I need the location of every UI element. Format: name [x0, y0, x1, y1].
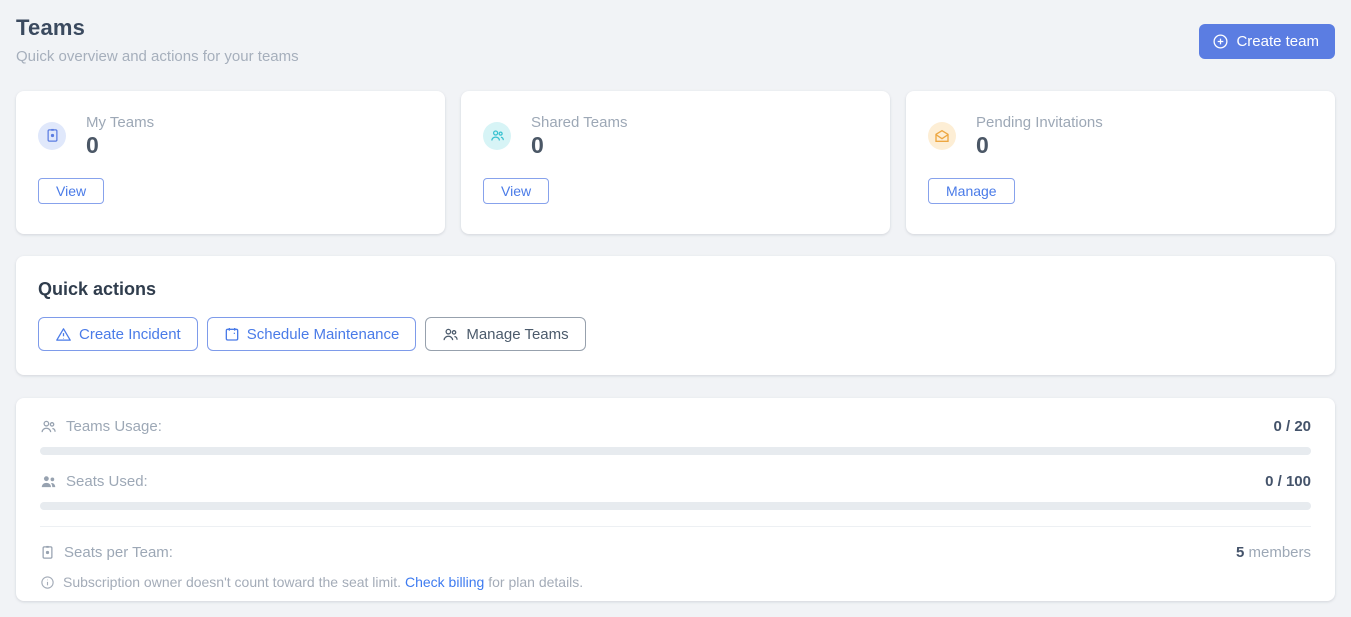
seats-per-team-value: 5 members: [1236, 544, 1311, 561]
check-billing-link[interactable]: Check billing: [405, 574, 484, 590]
seats-used-progress-bar: [40, 502, 1311, 510]
note-text-after: for plan details.: [488, 574, 583, 590]
quick-actions-title: Quick actions: [38, 279, 1313, 300]
teams-usage-progress-bar: [40, 447, 1311, 455]
id-badge-icon: [40, 545, 55, 560]
view-shared-teams-button[interactable]: View: [483, 178, 549, 204]
quick-actions-buttons: Create Incident Schedule Maintenance: [38, 317, 1313, 351]
users-outline-icon: [40, 418, 57, 435]
seats-per-team-label: Seats per Team:: [64, 544, 173, 561]
stat-value: 0: [86, 134, 154, 157]
page-subtitle: Quick overview and actions for your team…: [16, 48, 299, 65]
users-icon: [442, 326, 459, 343]
usage-card: Teams Usage: 0 / 20 Seats Used: 0 / 100: [16, 398, 1335, 601]
id-badge-icon: [38, 122, 66, 150]
usage-divider: [40, 526, 1311, 527]
create-team-button[interactable]: Create team: [1199, 24, 1335, 59]
teams-overview-page: Teams Quick overview and actions for you…: [0, 0, 1351, 617]
stat-label: Pending Invitations: [976, 114, 1103, 131]
schedule-maintenance-button[interactable]: Schedule Maintenance: [207, 317, 417, 351]
create-incident-button[interactable]: Create Incident: [38, 317, 198, 351]
page-title: Teams: [16, 15, 299, 41]
my-teams-card: My Teams 0 View: [16, 91, 445, 234]
pending-invitations-card: Pending Invitations 0 Manage: [906, 91, 1335, 234]
manage-invitations-button[interactable]: Manage: [928, 178, 1015, 204]
page-header: Teams Quick overview and actions for you…: [16, 15, 1335, 65]
envelope-open-icon: [928, 122, 956, 150]
calendar-icon: [224, 326, 240, 342]
manage-teams-button[interactable]: Manage Teams: [425, 317, 585, 351]
teams-usage-value: 0 / 20: [1273, 418, 1311, 435]
seats-used-value: 0 / 100: [1265, 473, 1311, 490]
seats-per-team-row: Seats per Team: 5 members: [40, 544, 1311, 561]
quick-actions-card: Quick actions Create Incident: [16, 256, 1335, 375]
info-circle-icon: [40, 575, 55, 590]
page-header-text: Teams Quick overview and actions for you…: [16, 15, 299, 65]
seats-used-label: Seats Used:: [66, 473, 148, 490]
stat-label: Shared Teams: [531, 114, 627, 131]
note-text: Subscription owner doesn't count toward …: [63, 574, 401, 590]
shared-teams-card: Shared Teams 0 View: [461, 91, 890, 234]
warning-triangle-icon: [55, 326, 72, 343]
plus-circle-icon: [1212, 33, 1229, 50]
stat-value: 0: [531, 134, 627, 157]
stat-value: 0: [976, 134, 1103, 157]
stat-label: My Teams: [86, 114, 154, 131]
stat-cards-row: My Teams 0 View Shared Teams: [16, 91, 1335, 234]
teams-usage-label: Teams Usage:: [66, 418, 162, 435]
view-my-teams-button[interactable]: View: [38, 178, 104, 204]
seats-used-row: Seats Used: 0 / 100: [40, 473, 1311, 490]
teams-usage-row: Teams Usage: 0 / 20: [40, 418, 1311, 435]
seat-limit-note: Subscription owner doesn't count toward …: [40, 574, 1311, 590]
users-icon: [483, 122, 511, 150]
users-filled-icon: [40, 473, 57, 490]
